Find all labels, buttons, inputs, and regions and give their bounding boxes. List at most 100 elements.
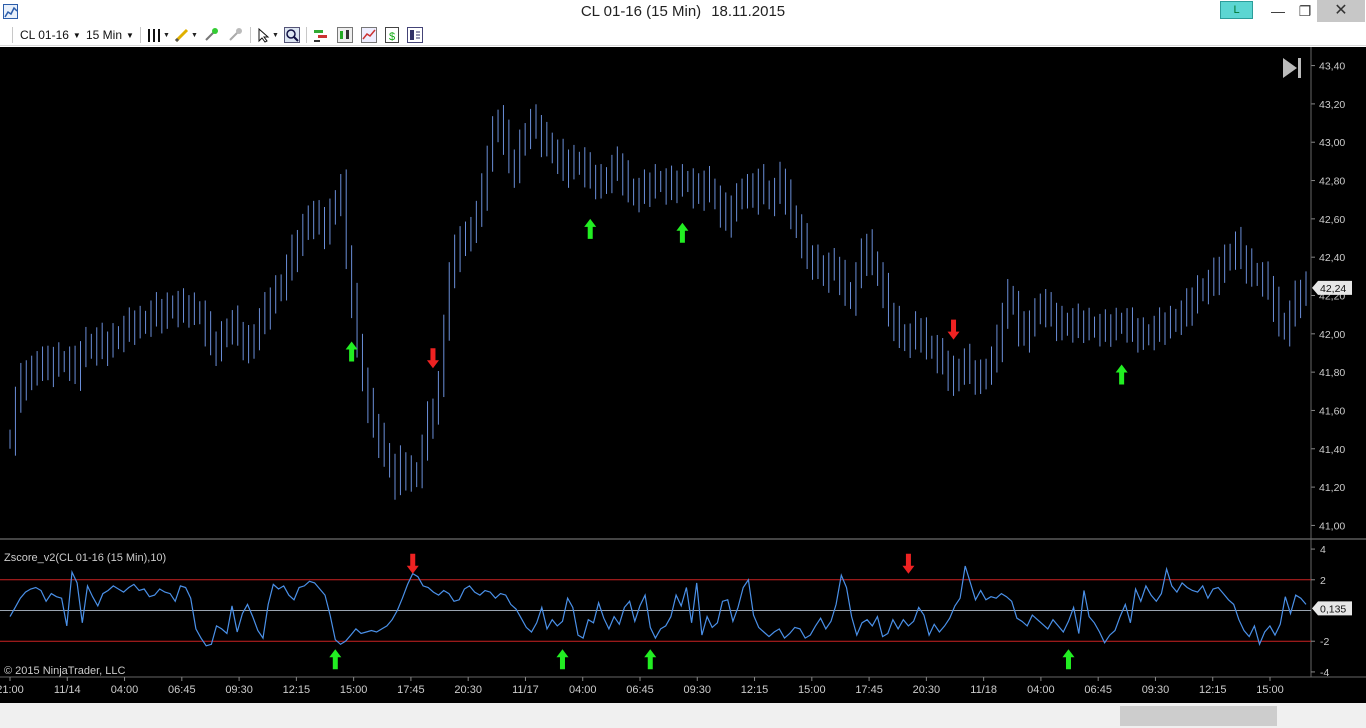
window-title-date: 18.11.2015	[711, 3, 786, 20]
chevron-down-icon: ▼	[126, 30, 134, 40]
chevron-down-icon[interactable]: ▼	[191, 32, 198, 39]
time-tick-label: 20:30	[913, 684, 941, 696]
remove-indicator-icon[interactable]	[227, 27, 243, 43]
sell-arrow-icon	[406, 553, 419, 574]
time-tick-label: 11/14	[54, 684, 81, 696]
price-tick-label: 42,40	[1319, 252, 1345, 264]
time-tick-label: 04:00	[111, 684, 139, 696]
time-tick-label: 17:45	[855, 684, 883, 696]
toolbar-separator	[306, 27, 307, 43]
interval-label: 15 Min	[86, 28, 123, 42]
time-tick-label: 15:00	[1256, 684, 1284, 696]
sell-arrow-icon	[426, 348, 439, 369]
price-tick-label: 41,20	[1319, 482, 1345, 494]
indicator-levels	[0, 579, 1311, 642]
time-tick-label: 06:45	[626, 684, 654, 696]
chevron-down-icon[interactable]: ▼	[272, 32, 279, 39]
time-tick-label: 09:30	[1142, 684, 1170, 696]
minimize-button[interactable]: —	[1263, 0, 1293, 22]
instrument-label: CL 01-16	[20, 28, 69, 42]
chevron-down-icon: ▼	[72, 30, 81, 40]
price-tick-label: 43,40	[1319, 61, 1345, 73]
svg-text:$: $	[389, 31, 395, 43]
buy-arrow-icon	[1115, 364, 1128, 385]
sell-arrow-icon	[947, 319, 960, 340]
time-axis: 21:00 11/14 04:00 06:45 09:30 12:15 15:00 17:45…	[0, 677, 1284, 696]
interval-dropdown[interactable]: 15 Min ▼	[86, 27, 134, 43]
toolbar-separator	[250, 27, 251, 43]
price-chart-svg[interactable]: 43,4043,2043,0042,8042,6042,4042,2042,00…	[0, 47, 1366, 703]
price-tick-label: 42,00	[1319, 329, 1345, 341]
window-title: CL 01-16 (15 Min) 18.11.2015	[0, 3, 1366, 20]
time-tick-label: 09:30	[684, 684, 712, 696]
price-tick-label: 41,60	[1319, 405, 1345, 417]
cursor-icon[interactable]	[256, 27, 272, 43]
time-tick-label: 15:00	[340, 684, 368, 696]
time-tick-label: 06:45	[168, 684, 196, 696]
time-tick-label: 11/17	[512, 684, 539, 696]
buy-arrow-icon	[1062, 649, 1075, 670]
time-tick-label: 09:30	[225, 684, 253, 696]
close-button[interactable]: ✕	[1317, 0, 1365, 22]
price-tick-label: 41,00	[1319, 520, 1345, 532]
price-tick-label: 42,60	[1319, 214, 1345, 226]
time-tick-label: 20:30	[454, 684, 482, 696]
price-tick-label: 43,00	[1319, 137, 1345, 149]
last-price-label: 42,24	[1320, 283, 1346, 295]
price-signals	[345, 218, 1128, 385]
buy-arrow-icon	[644, 649, 657, 670]
chart-area[interactable]: 43,40 43,20 43,00 42,80 42,60 42,40 42,20 42,00…	[0, 47, 1366, 703]
indicator-signals	[329, 553, 1075, 670]
price-bars	[9, 104, 1307, 500]
scrollbar-thumb[interactable]	[1120, 706, 1277, 726]
price-tick-label: 41,80	[1319, 367, 1345, 379]
price-axis: 43,4043,2043,0042,8042,6042,4042,2042,00…	[1311, 61, 1352, 532]
indicator-title: Zscore_v2(CL 01-16 (15 Min),10)	[4, 552, 166, 564]
time-tick-label: 21:00	[0, 684, 24, 696]
instrument-dropdown[interactable]: CL 01-16 ▼	[20, 27, 81, 43]
properties-icon[interactable]	[407, 27, 423, 43]
time-tick-label: 04:00	[1027, 684, 1055, 696]
zscore-line	[9, 565, 1307, 647]
zscore-tick-label: 2	[1320, 575, 1326, 587]
indicator-axis: 42-2-40,135	[1311, 544, 1352, 679]
zscore-tick-label: 4	[1320, 544, 1326, 556]
time-tick-label: 04:00	[569, 684, 597, 696]
toolbar-separator	[140, 27, 141, 43]
time-tick-label: 17:45	[397, 684, 425, 696]
zscore-tick-label: -2	[1320, 636, 1329, 648]
toolbar-separator	[12, 27, 13, 43]
price-tick-label: 43,20	[1319, 99, 1345, 111]
time-tick-label: 11/18	[970, 684, 997, 696]
strategy-icon[interactable]	[313, 27, 329, 43]
candlestick-icon[interactable]	[337, 27, 353, 43]
pencil-icon[interactable]	[174, 27, 190, 43]
scroll-to-end-icon[interactable]	[1283, 58, 1301, 78]
title-bar: CL 01-16 (15 Min) 18.11.2015 L — ❐ ✕	[0, 0, 1366, 24]
last-zscore-label: 0,135	[1320, 603, 1346, 615]
buy-arrow-icon	[676, 222, 689, 243]
buy-arrow-icon	[329, 649, 342, 670]
time-tick-label: 12:15	[283, 684, 311, 696]
bar-style-icon[interactable]	[146, 27, 162, 43]
buy-arrow-icon	[556, 649, 569, 670]
link-badge[interactable]: L	[1220, 1, 1253, 19]
window-title-instrument: CL 01-16 (15 Min)	[580, 3, 702, 20]
buy-arrow-icon	[345, 341, 358, 362]
chart-toolbar: CL 01-16 ▼ 15 Min ▼ ▼ ▼ ▼ $	[0, 24, 1366, 46]
indicator-line-group	[9, 565, 1307, 647]
horizontal-scrollbar[interactable]	[0, 703, 1366, 728]
sell-arrow-icon	[902, 553, 915, 574]
price-tick-label: 41,40	[1319, 444, 1345, 456]
time-tick-label: 06:45	[1084, 684, 1112, 696]
restore-button[interactable]: ❐	[1290, 0, 1320, 22]
zoom-icon[interactable]	[284, 27, 300, 43]
time-tick-label: 12:15	[1199, 684, 1227, 696]
price-tick-label: 42,80	[1319, 176, 1345, 188]
chart-style-icon[interactable]	[361, 27, 377, 43]
chevron-down-icon[interactable]: ▼	[163, 32, 170, 39]
add-indicator-icon[interactable]	[203, 27, 219, 43]
copyright-text: © 2015 NinjaTrader, LLC	[4, 665, 125, 677]
time-tick-label: 12:15	[741, 684, 769, 696]
dollar-icon[interactable]: $	[384, 27, 400, 43]
